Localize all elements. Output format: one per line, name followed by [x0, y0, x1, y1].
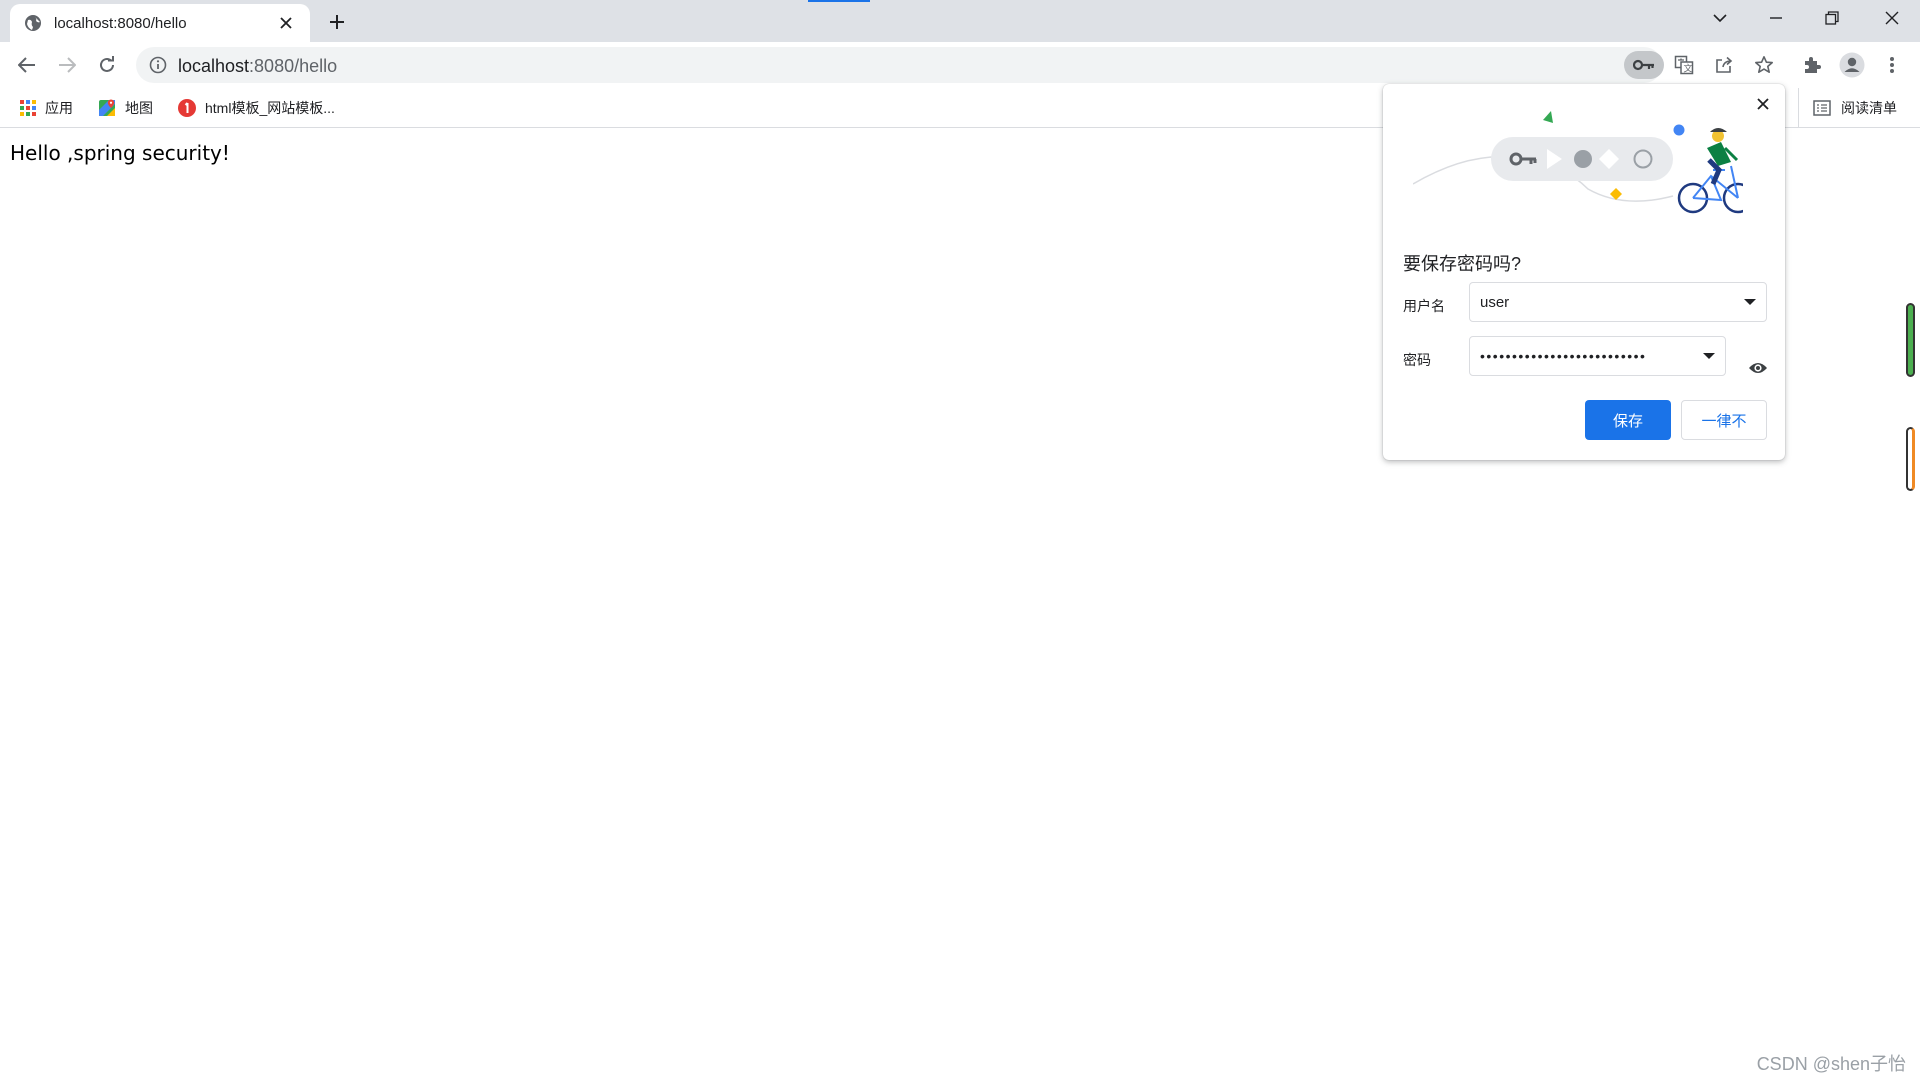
side-indicator-green [1906, 303, 1915, 377]
loading-indicator [808, 0, 870, 2]
page-body-text: Hello ,spring security! [10, 141, 230, 165]
reading-list-icon [1813, 100, 1831, 116]
url-path: :8080/hello [249, 56, 338, 76]
forward-button[interactable] [51, 49, 83, 81]
bookmark-html-templates[interactable]: html模板_网站模板... [178, 96, 335, 120]
save-button[interactable]: 保存 [1585, 400, 1671, 440]
tab-strip: localhost:8080/hello [0, 0, 1920, 42]
new-tab-button[interactable] [325, 10, 349, 34]
dialog-title: 要保存密码吗? [1403, 254, 1522, 274]
tab-title: localhost:8080/hello [54, 14, 187, 32]
save-password-dialog: 要保存密码吗? 用户名 user 密码 ••••••••••••••••••••… [1383, 84, 1785, 460]
restore-button[interactable] [1804, 0, 1860, 36]
password-illustration [1413, 111, 1743, 214]
back-button[interactable] [11, 49, 43, 81]
extensions-icon[interactable] [1796, 49, 1828, 81]
bookmark-site-icon [178, 99, 196, 117]
toolbar: localhost:8080/hello 文 [0, 42, 1920, 88]
tab-active[interactable]: localhost:8080/hello [10, 4, 310, 42]
chevron-down-icon [1744, 299, 1756, 305]
share-icon[interactable] [1704, 51, 1744, 79]
watermark: CSDN @shen子怡 [1756, 1054, 1906, 1074]
apps-grid-icon [20, 100, 36, 116]
username-select[interactable]: user [1469, 282, 1767, 322]
site-info-icon[interactable] [148, 55, 168, 75]
profile-icon[interactable] [1836, 49, 1868, 81]
password-select[interactable]: •••••••••••••••••••••••••• [1469, 336, 1726, 376]
username-label: 用户名 [1403, 298, 1445, 314]
bookmark-label: html模板_网站模板... [205, 100, 335, 116]
bookmark-maps[interactable]: 地图 [98, 96, 153, 120]
cyclist-icon [1677, 128, 1743, 214]
bookmark-apps[interactable]: 应用 [20, 96, 73, 120]
translate-icon[interactable]: 文 [1664, 51, 1704, 79]
eye-icon[interactable] [1744, 354, 1772, 382]
tab-search-icon[interactable] [1692, 0, 1748, 36]
reading-list-label: 阅读清单 [1841, 100, 1897, 116]
reload-button[interactable] [91, 49, 123, 81]
never-button[interactable]: 一律不 [1681, 400, 1767, 440]
svg-text:文: 文 [1684, 63, 1693, 75]
reading-list-button[interactable]: 阅读清单 [1798, 88, 1897, 128]
menu-icon[interactable] [1876, 49, 1908, 81]
url-host: localhost [178, 56, 250, 76]
password-value: •••••••••••••••••••••••••• [1480, 348, 1647, 364]
bookmark-label: 应用 [45, 100, 73, 116]
maps-icon [99, 99, 115, 116]
star-icon[interactable] [1744, 51, 1784, 79]
globe-icon [25, 15, 41, 31]
bookmark-label: 地图 [125, 100, 153, 116]
key-icon[interactable] [1624, 51, 1664, 79]
chevron-down-icon [1703, 353, 1715, 359]
tab-close-icon[interactable] [276, 13, 296, 33]
password-label: 密码 [1403, 352, 1431, 368]
close-icon[interactable] [1751, 92, 1775, 116]
url-text[interactable]: localhost:8080/hello [178, 56, 337, 77]
username-value: user [1480, 293, 1510, 311]
side-indicator-orange [1906, 427, 1915, 491]
close-window-button[interactable] [1864, 0, 1920, 36]
address-bar[interactable]: localhost:8080/hello 文 [136, 47, 1773, 83]
minimize-button[interactable] [1748, 0, 1804, 36]
